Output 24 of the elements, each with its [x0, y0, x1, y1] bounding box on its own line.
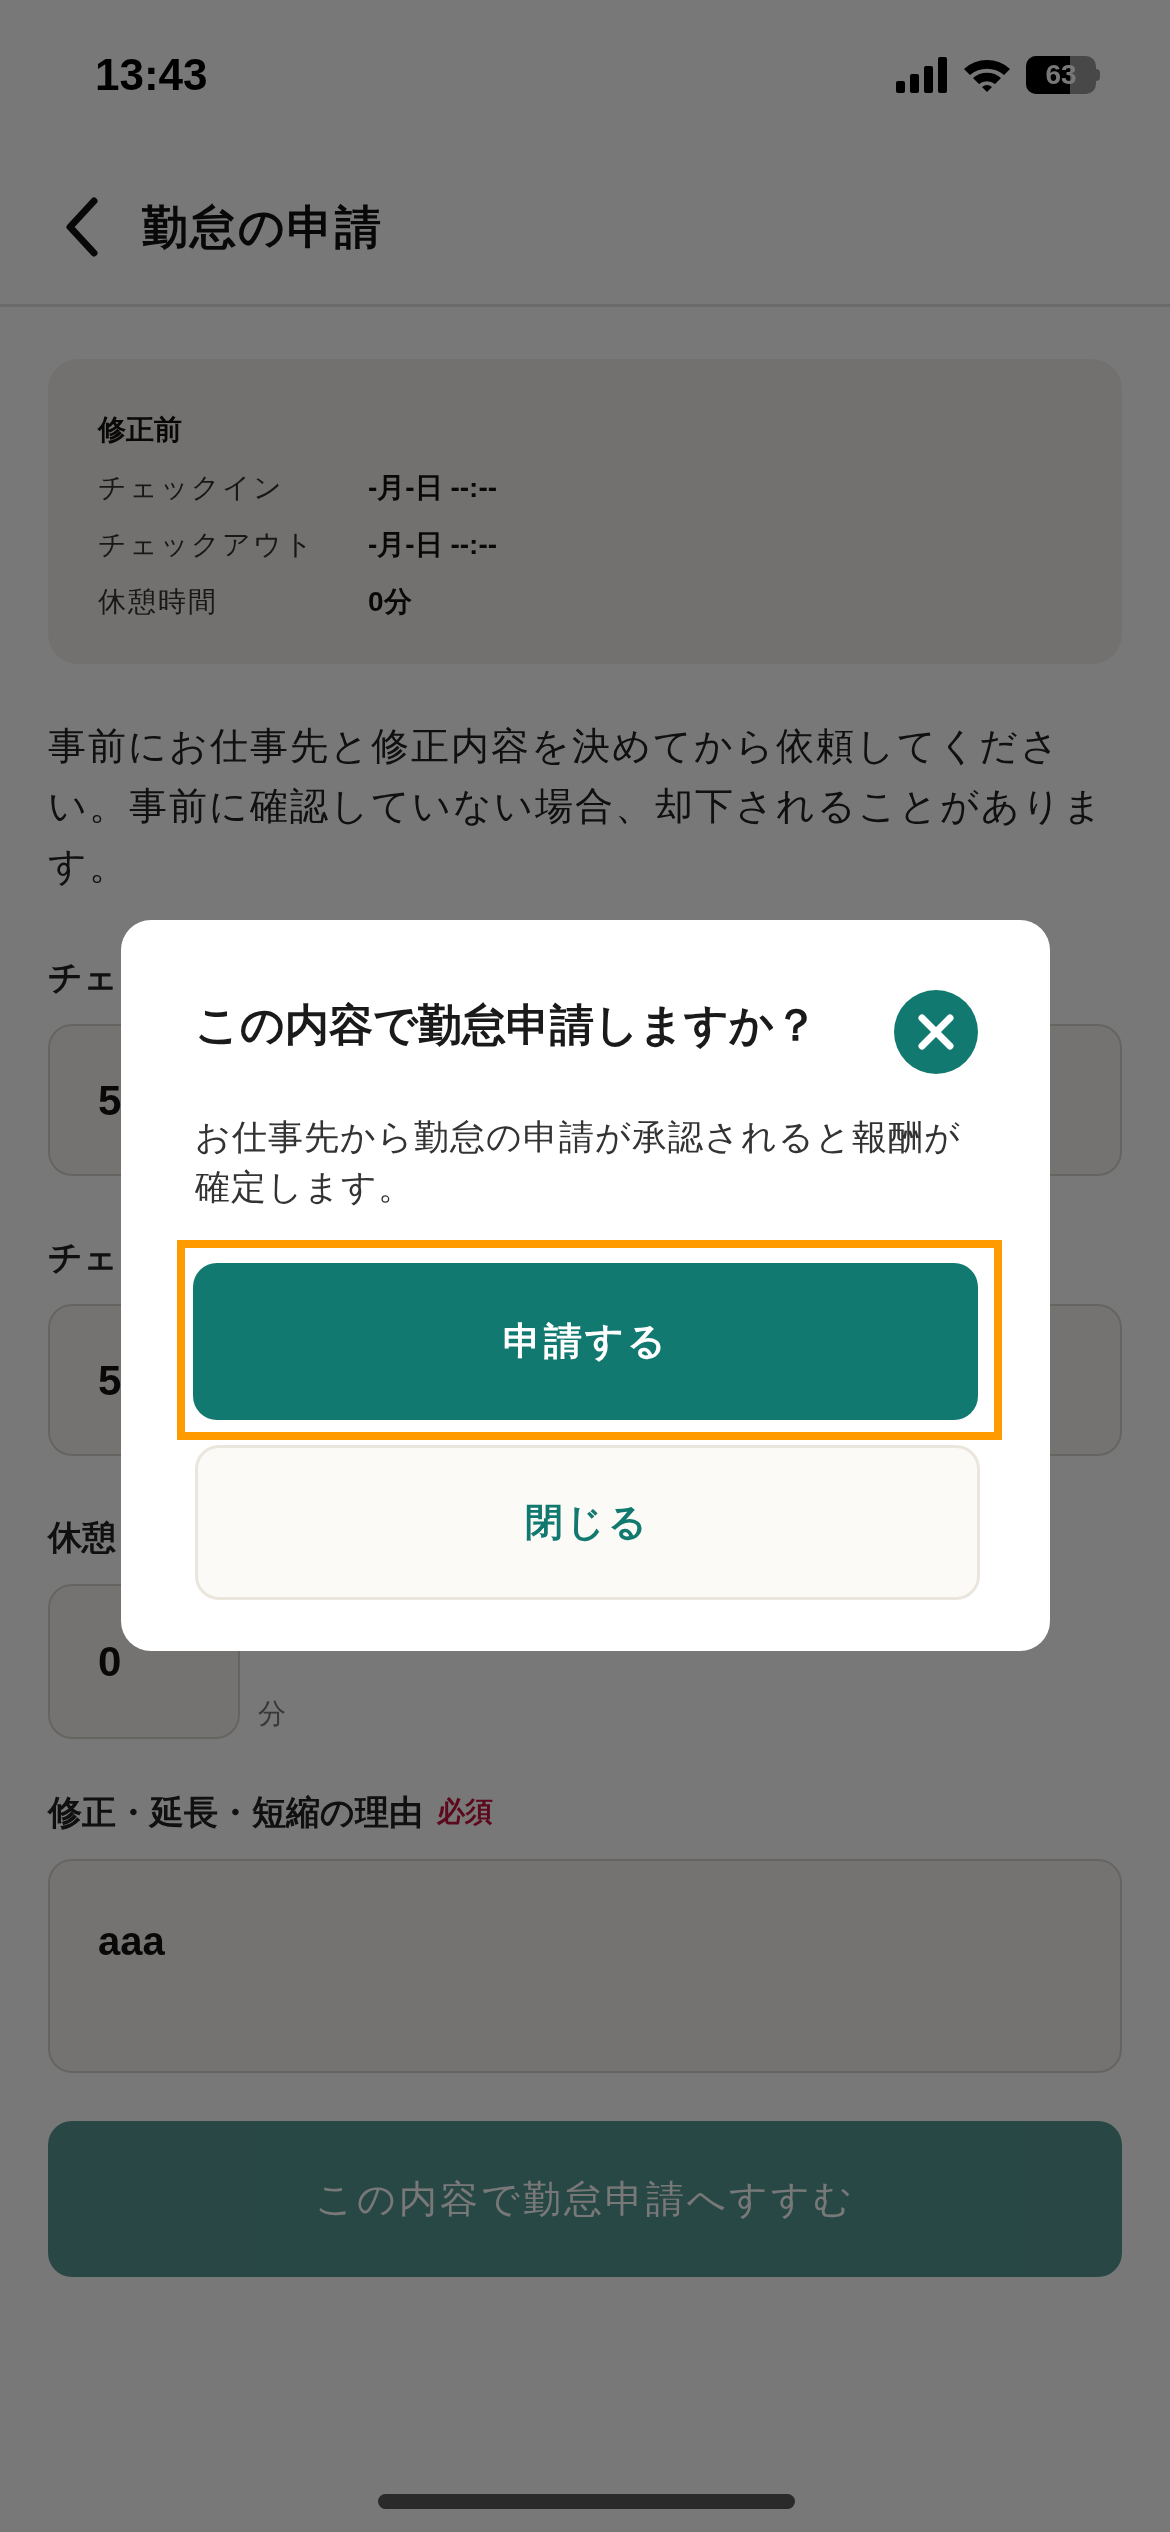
- page-title: 勤怠の申請: [142, 199, 383, 255]
- row-label: チェックイン: [98, 470, 285, 505]
- row-label: チェックアウト: [98, 527, 316, 562]
- proceed-button[interactable]: この内容で勤怠申請へすすむ: [48, 2121, 1122, 2277]
- field-label: 休憩: [48, 1517, 116, 1558]
- unit-label: 分: [258, 1697, 286, 1731]
- row-value: -月-日 --:--: [368, 527, 498, 562]
- row-value: 0分: [368, 584, 412, 619]
- apply-button[interactable]: 申請する: [193, 1263, 978, 1420]
- row-label: 休憩時間: [98, 584, 219, 619]
- wifi-icon: [962, 57, 1012, 93]
- reason-text-area[interactable]: aaa: [48, 1859, 1122, 2073]
- row-value: -月-日 --:--: [368, 470, 498, 505]
- field-label: チェ: [48, 1237, 118, 1278]
- notice-text: 事前にお仕事先と修正内容を決めてから依頼してください。事前に確認していない場合、却下されることがあります。: [48, 724, 1105, 889]
- status-time: 13:43: [95, 49, 208, 101]
- required-tag: 必須: [437, 1791, 493, 1833]
- dialog-message: お仕事先から勤怠の申請が承認されると報酬が確定します。: [195, 1116, 962, 1208]
- field-label: チェ: [48, 957, 118, 998]
- close-button[interactable]: 閉じる: [195, 1445, 980, 1600]
- card-title: 修正前: [98, 413, 183, 447]
- signal-icon: [896, 57, 948, 93]
- reason-label: 修正・延長・短縮の理由: [48, 1791, 423, 1833]
- dialog-title: この内容で勤怠申請しますか？: [195, 999, 818, 1051]
